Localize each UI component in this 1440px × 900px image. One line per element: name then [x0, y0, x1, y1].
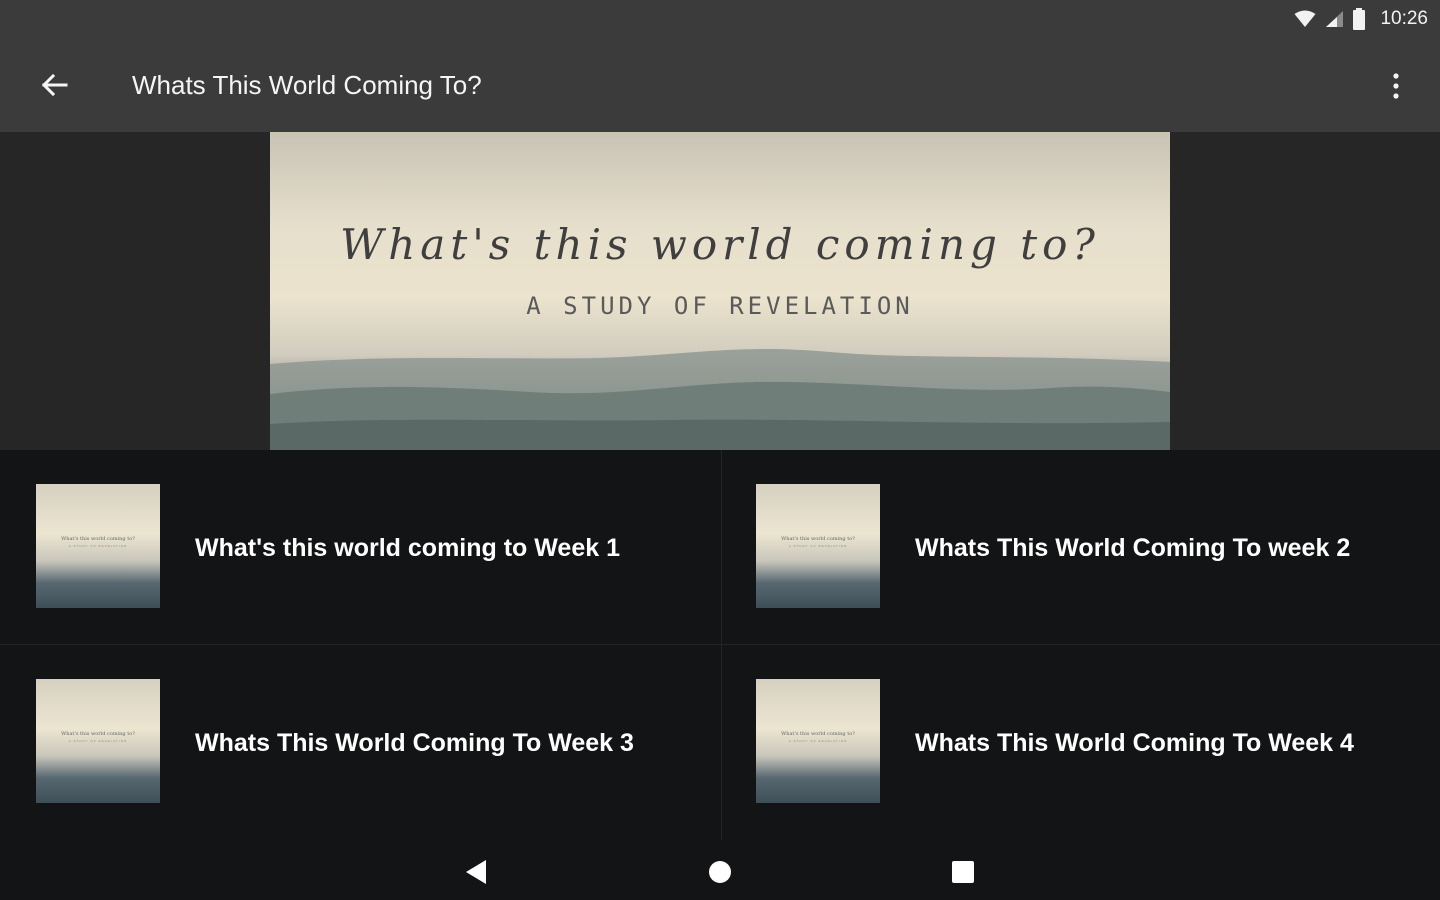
wifi-icon — [1294, 10, 1316, 27]
list-item[interactable]: What's this world coming to? A STUDY OF … — [0, 450, 720, 645]
more-vert-icon — [1393, 73, 1399, 99]
thumbnail-subtitle: A STUDY OF REVELATION — [68, 739, 128, 743]
hero-subtitle: A STUDY OF REVELATION — [526, 292, 914, 320]
thumbnail-image: What's this world coming to? A STUDY OF … — [36, 484, 160, 608]
overflow-menu-button[interactable] — [1376, 64, 1416, 108]
hills-illustration — [270, 348, 1170, 450]
thumbnail-image: What's this world coming to? A STUDY OF … — [756, 484, 880, 608]
list-item[interactable]: What's this world coming to? A STUDY OF … — [720, 450, 1440, 645]
thumbnail-subtitle: A STUDY OF REVELATION — [788, 544, 848, 548]
list-item-label: What's this world coming to Week 1 — [195, 534, 620, 562]
battery-icon — [1353, 8, 1366, 30]
nav-recents-button[interactable] — [941, 850, 985, 894]
nav-recents-icon — [952, 861, 974, 883]
page-title: Whats This World Coming To? — [132, 70, 482, 100]
thumbnail-title: What's this world coming to? — [61, 731, 135, 737]
app-bar: Whats This World Coming To? — [0, 38, 1440, 132]
thumbnail-title: What's this world coming to? — [781, 536, 855, 542]
thumbnail-title: What's this world coming to? — [61, 536, 135, 542]
nav-back-icon — [466, 860, 486, 884]
thumbnail-image: What's this world coming to? A STUDY OF … — [756, 679, 880, 803]
thumbnail-image: What's this world coming to? A STUDY OF … — [36, 679, 160, 803]
list-item-label: Whats This World Coming To Week 3 — [195, 729, 634, 757]
status-time: 10:26 — [1380, 8, 1428, 29]
cell-signal-icon — [1326, 11, 1344, 27]
episode-list: What's this world coming to? A STUDY OF … — [0, 450, 1440, 840]
list-item[interactable]: What's this world coming to? A STUDY OF … — [0, 645, 720, 840]
row-divider — [0, 644, 1440, 645]
list-item-label: Whats This World Coming To week 2 — [915, 534, 1351, 562]
status-bar: 10:26 — [0, 0, 1440, 38]
system-nav-bar — [0, 840, 1440, 900]
hero-script-title: What's this world coming to? — [340, 220, 1100, 269]
back-button[interactable] — [30, 64, 78, 106]
list-item-label: Whats This World Coming To Week 4 — [915, 729, 1354, 757]
hero-area: What's this world coming to? A STUDY OF … — [0, 132, 1440, 450]
column-divider — [721, 450, 722, 840]
status-icons: 10:26 — [1294, 6, 1428, 32]
arrow-back-icon — [41, 73, 68, 97]
nav-back-button[interactable] — [454, 850, 498, 894]
thumbnail-subtitle: A STUDY OF REVELATION — [68, 544, 128, 548]
hero-banner-image: What's this world coming to? A STUDY OF … — [270, 132, 1170, 450]
nav-home-icon — [709, 861, 731, 883]
list-item[interactable]: What's this world coming to? A STUDY OF … — [720, 645, 1440, 840]
thumbnail-title: What's this world coming to? — [781, 731, 855, 737]
thumbnail-subtitle: A STUDY OF REVELATION — [788, 739, 848, 743]
nav-home-button[interactable] — [698, 850, 742, 894]
